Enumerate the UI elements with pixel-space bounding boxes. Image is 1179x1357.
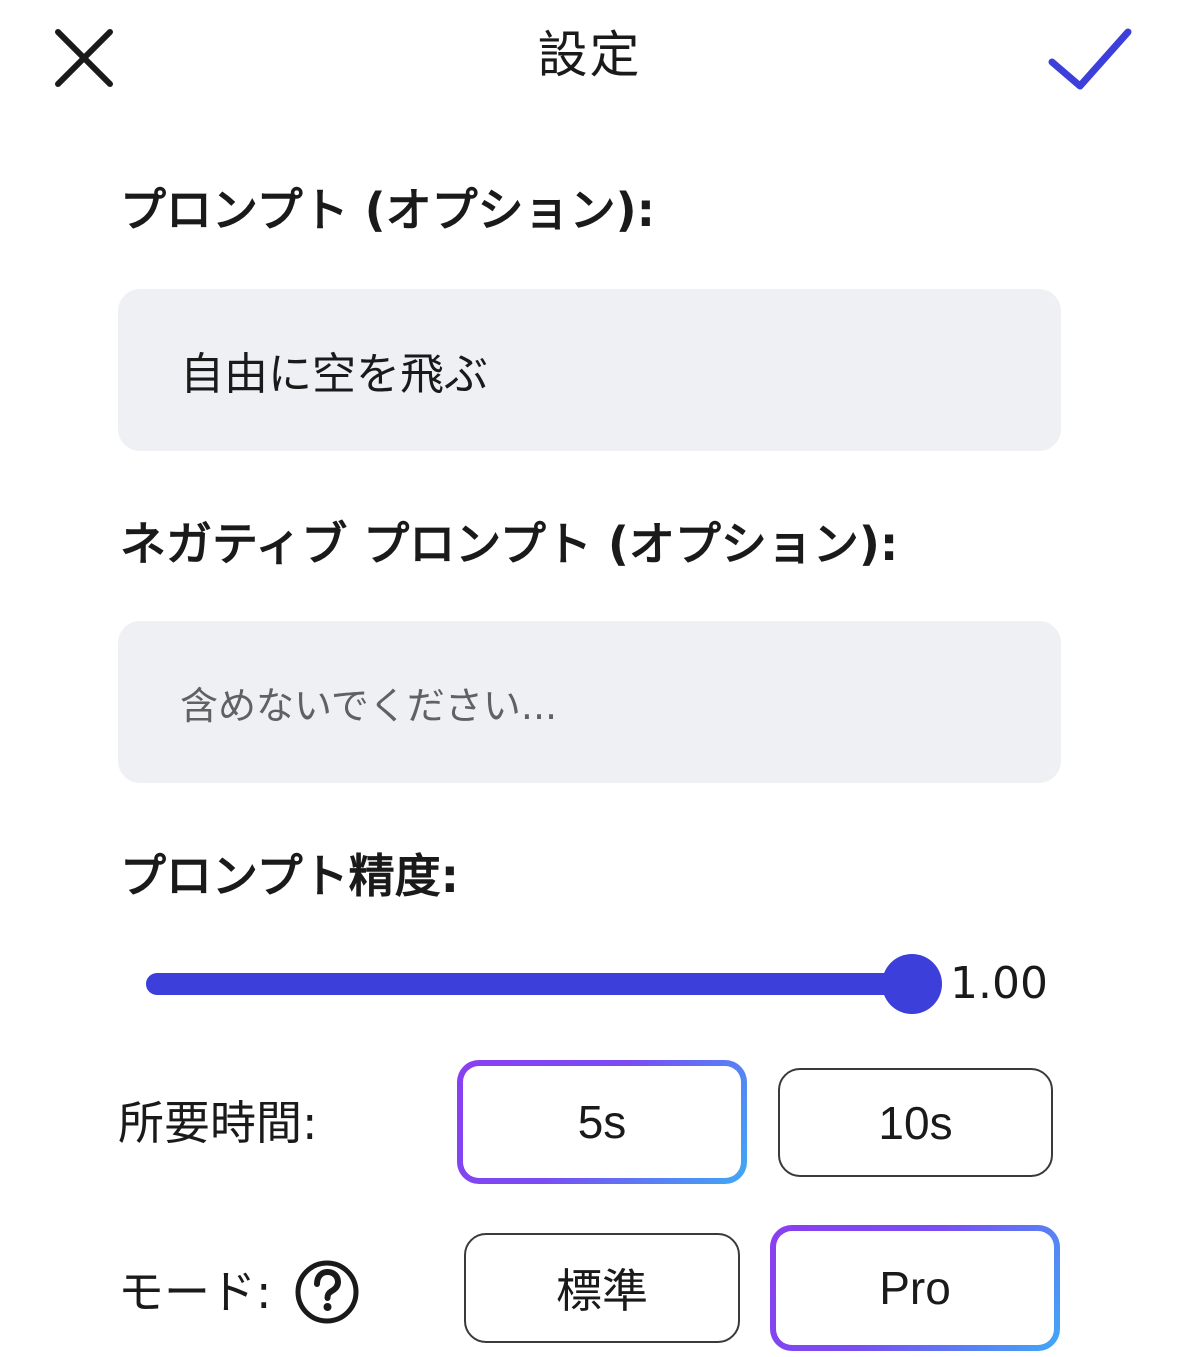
question-circle-icon — [295, 1260, 358, 1324]
duration-option-10s[interactable]: 10s — [778, 1068, 1053, 1177]
slider-thumb[interactable] — [882, 954, 942, 1014]
help-button[interactable] — [294, 1259, 360, 1325]
prompt-accuracy-value: 1.00 — [950, 958, 1048, 1009]
duration-option-5s[interactable]: 5s — [457, 1060, 747, 1184]
prompt-accuracy-label: プロンプト精度: — [120, 849, 460, 903]
prompt-accuracy-slider[interactable] — [146, 950, 942, 1018]
prompt-label: プロンプト (オプション): — [120, 183, 656, 237]
slider-track — [146, 973, 912, 995]
duration-label: 所要時間: — [118, 1096, 318, 1150]
negative-prompt-label: ネガティブ プロンプト (オプション): — [120, 517, 899, 571]
settings-sheet: 設定 プロンプト (オプション): 自由に空を飛ぶ ネガティブ プロンプト (オ… — [0, 0, 1179, 1357]
negative-prompt-input[interactable]: 含めないでください... — [118, 621, 1061, 783]
page-title: 設定 — [537, 26, 642, 84]
mode-row: モード: — [118, 1259, 360, 1325]
confirm-button[interactable] — [1040, 20, 1136, 96]
slider-fill — [146, 973, 912, 995]
prompt-input-value: 自由に空を飛ぶ — [180, 349, 488, 400]
prompt-input[interactable]: 自由に空を飛ぶ — [118, 289, 1061, 451]
mode-option-pro[interactable]: Pro — [770, 1225, 1060, 1351]
mode-label: モード: — [118, 1265, 272, 1319]
negative-prompt-placeholder: 含めないでください... — [180, 683, 558, 728]
checkmark-icon — [1048, 28, 1132, 90]
mode-option-standard[interactable]: 標準 — [464, 1233, 740, 1343]
